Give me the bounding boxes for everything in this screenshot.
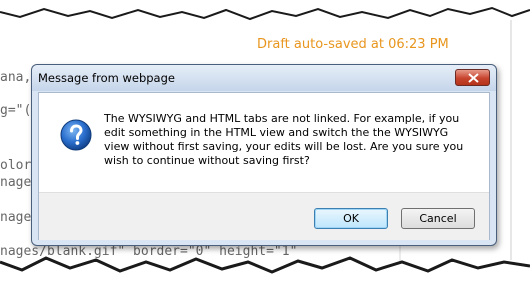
- dialog-title: Message from webpage: [38, 71, 175, 85]
- close-button[interactable]: [455, 69, 490, 86]
- code-fragment: nages/blank.gif" border="0" height="1": [0, 244, 298, 259]
- close-icon: [468, 73, 479, 83]
- dialog-body: The WYSIWYG and HTML tabs are not linked…: [38, 92, 490, 240]
- code-fragment: ana,: [0, 70, 32, 85]
- message-dialog: Message from webpage The WYSIWYG and HTM…: [31, 64, 497, 246]
- question-icon: [60, 119, 92, 151]
- ok-button[interactable]: OK: [314, 208, 388, 229]
- cancel-button[interactable]: Cancel: [401, 208, 475, 229]
- code-fragment: g="(: [0, 103, 32, 118]
- dialog-button-area: OK Cancel: [39, 192, 489, 240]
- dialog-message: The WYSIWYG and HTML tabs are not linked…: [104, 112, 464, 167]
- autosave-status: Draft auto-saved at 06:23 PM: [257, 37, 449, 52]
- code-fragment: nage: [0, 175, 32, 190]
- code-fragment: nage: [0, 210, 32, 225]
- dialog-titlebar[interactable]: Message from webpage: [32, 65, 496, 91]
